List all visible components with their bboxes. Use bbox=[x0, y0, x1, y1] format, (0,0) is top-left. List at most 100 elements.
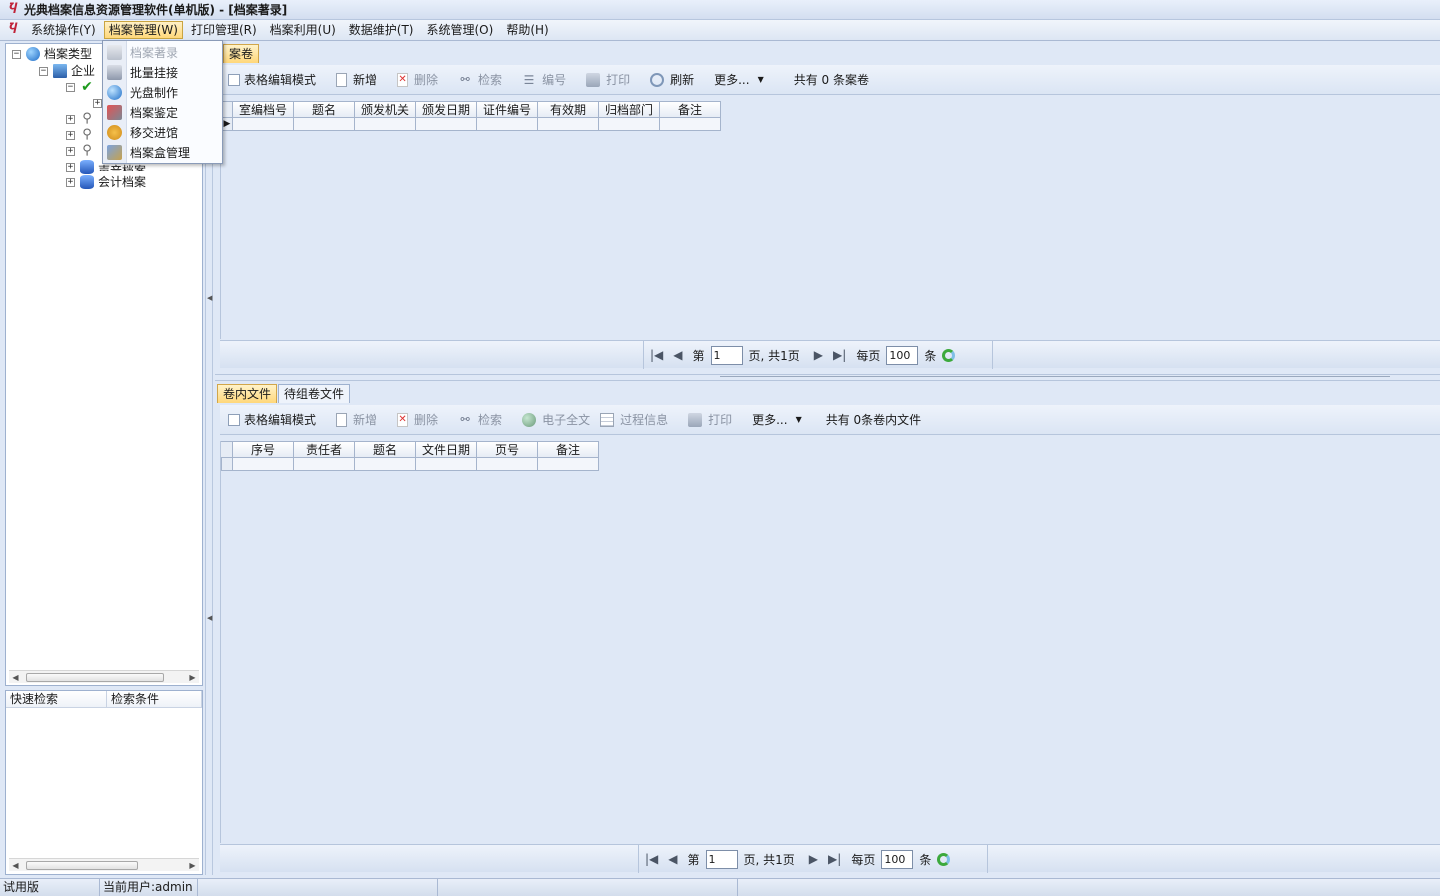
menu-help[interactable]: 帮助(H) bbox=[501, 21, 553, 39]
table-cell[interactable] bbox=[233, 118, 294, 131]
column-header[interactable]: 有效期 bbox=[538, 101, 599, 118]
next-page-icon[interactable]: ▶ bbox=[809, 852, 818, 866]
column-header[interactable]: 序号 bbox=[233, 441, 294, 458]
last-page-icon[interactable]: ▶| bbox=[833, 348, 846, 362]
column-header[interactable]: 责任者 bbox=[294, 441, 355, 458]
expand-toggle-icon[interactable]: + bbox=[66, 146, 75, 156]
table-cell[interactable] bbox=[294, 118, 355, 131]
scroll-right-icon[interactable]: ▶ bbox=[186, 673, 199, 682]
first-page-icon[interactable]: |◀ bbox=[650, 348, 663, 362]
horizontal-splitter[interactable] bbox=[215, 374, 1440, 381]
more-dropdown-button[interactable]: 更多... ▼ bbox=[752, 411, 802, 428]
table-cell[interactable] bbox=[416, 458, 477, 471]
menu-item-disc-burn[interactable]: 光盘制作 bbox=[103, 82, 222, 102]
table-cell[interactable] bbox=[538, 458, 599, 471]
column-header[interactable]: 题名 bbox=[355, 441, 416, 458]
column-header[interactable]: 证件编号 bbox=[477, 101, 538, 118]
splitter-grip[interactable] bbox=[720, 376, 1390, 379]
tree-node-enterprise[interactable]: − 企业 bbox=[39, 63, 95, 79]
table-cell[interactable] bbox=[233, 458, 294, 471]
grid-edit-mode-toggle[interactable]: 表格编辑模式 bbox=[228, 71, 316, 88]
tree-node-accounting-archive[interactable]: + 会计档案 bbox=[66, 174, 146, 190]
page-number-input[interactable]: 1 bbox=[705, 849, 738, 869]
scroll-right-icon[interactable]: ▶ bbox=[186, 861, 199, 870]
tree-node-child-1[interactable]: − ✔ bbox=[66, 79, 98, 95]
expand-toggle-icon[interactable]: + bbox=[93, 98, 102, 108]
last-page-icon[interactable]: ▶| bbox=[828, 852, 841, 866]
expand-toggle-icon[interactable]: + bbox=[66, 162, 75, 172]
expand-toggle-icon[interactable]: + bbox=[66, 114, 75, 124]
column-header[interactable]: 备注 bbox=[538, 441, 599, 458]
delete-button[interactable]: ✕ 删除 bbox=[397, 411, 438, 428]
menu-item-batch-attach[interactable]: 批量挂接 bbox=[103, 62, 222, 82]
collapse-toggle-icon[interactable]: − bbox=[66, 82, 75, 92]
print-button[interactable]: 打印 bbox=[586, 71, 630, 88]
menu-print-management[interactable]: 打印管理(R) bbox=[186, 21, 262, 39]
per-page-input[interactable]: 100 bbox=[881, 849, 914, 869]
menu-archive-utilization[interactable]: 档案利用(U) bbox=[265, 21, 341, 39]
expand-toggle-icon[interactable]: + bbox=[66, 177, 75, 187]
tab-pending-files[interactable]: 待组卷文件 bbox=[278, 384, 351, 403]
table-cell[interactable] bbox=[355, 458, 416, 471]
tree-horizontal-scrollbar[interactable]: ◀ ▶ bbox=[9, 670, 199, 683]
quick-search-column[interactable]: 快速检索 bbox=[6, 691, 107, 707]
volume-grid[interactable]: 室编档号 题名 颁发机关 颁发日期 证件编号 有效期 归档部门 备注 ▶ bbox=[220, 101, 1440, 339]
table-cell[interactable] bbox=[477, 118, 538, 131]
table-row[interactable] bbox=[221, 458, 599, 471]
menu-logo-icon[interactable]: Ⴏ bbox=[4, 22, 20, 38]
grid-edit-mode-toggle[interactable]: 表格编辑模式 bbox=[228, 411, 316, 428]
fulltext-button[interactable]: 电子全文 bbox=[522, 411, 590, 428]
tab-volume[interactable]: 案卷 bbox=[223, 44, 260, 63]
per-page-input[interactable]: 100 bbox=[886, 345, 919, 365]
number-button[interactable]: ☰ 编号 bbox=[522, 71, 566, 88]
splitter-collapse-icon[interactable]: ◀ bbox=[207, 293, 212, 303]
tree-node-child-4[interactable]: + ⚲ bbox=[66, 143, 98, 159]
grid-edit-mode-checkbox[interactable] bbox=[228, 73, 240, 86]
table-row[interactable]: ▶ bbox=[221, 118, 721, 131]
search-button[interactable]: ⚯ 检索 bbox=[458, 411, 502, 428]
tree-node-child-3[interactable]: + ⚲ bbox=[66, 127, 98, 143]
column-header[interactable]: 颁发日期 bbox=[416, 101, 477, 118]
page-number-input[interactable]: 1 bbox=[710, 345, 743, 365]
prev-page-icon[interactable]: ◀ bbox=[668, 852, 677, 866]
tree-node-child-2[interactable]: + ⚲ bbox=[66, 111, 98, 127]
search-condition-column[interactable]: 检索条件 bbox=[107, 691, 202, 707]
table-cell[interactable] bbox=[660, 118, 721, 131]
files-grid[interactable]: 序号 责任者 题名 文件日期 页号 备注 bbox=[220, 441, 1440, 843]
table-cell[interactable] bbox=[538, 118, 599, 131]
process-info-button[interactable]: 过程信息 bbox=[600, 411, 668, 428]
quick-search-horizontal-scrollbar[interactable]: ◀ ▶ bbox=[9, 858, 199, 871]
column-header[interactable]: 归档部门 bbox=[599, 101, 660, 118]
table-cell[interactable] bbox=[477, 458, 538, 471]
print-button[interactable]: 打印 bbox=[688, 411, 732, 428]
menu-item-transfer[interactable]: 移交进馆 bbox=[103, 122, 222, 142]
pager-refresh-icon[interactable] bbox=[937, 852, 951, 866]
new-button[interactable]: 新增 bbox=[336, 411, 377, 428]
collapse-toggle-icon[interactable]: − bbox=[12, 49, 21, 59]
vertical-splitter[interactable]: ◀ ◀ bbox=[205, 43, 213, 875]
column-header[interactable]: 题名 bbox=[294, 101, 355, 118]
column-header[interactable]: 备注 bbox=[660, 101, 721, 118]
menu-item-archive-entry[interactable]: 档案著录 bbox=[103, 42, 222, 62]
prev-page-icon[interactable]: ◀ bbox=[673, 348, 682, 362]
first-page-icon[interactable]: |◀ bbox=[645, 852, 658, 866]
column-header[interactable]: 文件日期 bbox=[416, 441, 477, 458]
collapse-toggle-icon[interactable]: − bbox=[39, 66, 48, 76]
column-header[interactable]: 页号 bbox=[477, 441, 538, 458]
menu-item-box-management[interactable]: 档案盒管理 bbox=[103, 142, 222, 162]
delete-button[interactable]: ✕ 删除 bbox=[397, 71, 438, 88]
column-header[interactable]: 颁发机关 bbox=[355, 101, 416, 118]
scroll-left-icon[interactable]: ◀ bbox=[9, 861, 22, 870]
table-cell[interactable] bbox=[599, 118, 660, 131]
menu-item-archive-appraisal[interactable]: 档案鉴定 bbox=[103, 102, 222, 122]
splitter-collapse-icon[interactable]: ◀ bbox=[207, 613, 212, 623]
menu-system-operation[interactable]: 系统操作(Y) bbox=[26, 21, 101, 39]
grid-edit-mode-checkbox[interactable] bbox=[228, 413, 240, 426]
menu-archive-management[interactable]: 档案管理(W) bbox=[103, 21, 183, 39]
search-button[interactable]: ⚯ 检索 bbox=[458, 71, 502, 88]
menu-data-maintenance[interactable]: 数据维护(T) bbox=[344, 21, 419, 39]
new-button[interactable]: 新增 bbox=[336, 71, 377, 88]
refresh-button[interactable]: 刷新 bbox=[650, 71, 694, 88]
next-page-icon[interactable]: ▶ bbox=[814, 348, 823, 362]
expand-toggle-icon[interactable]: + bbox=[66, 130, 75, 140]
